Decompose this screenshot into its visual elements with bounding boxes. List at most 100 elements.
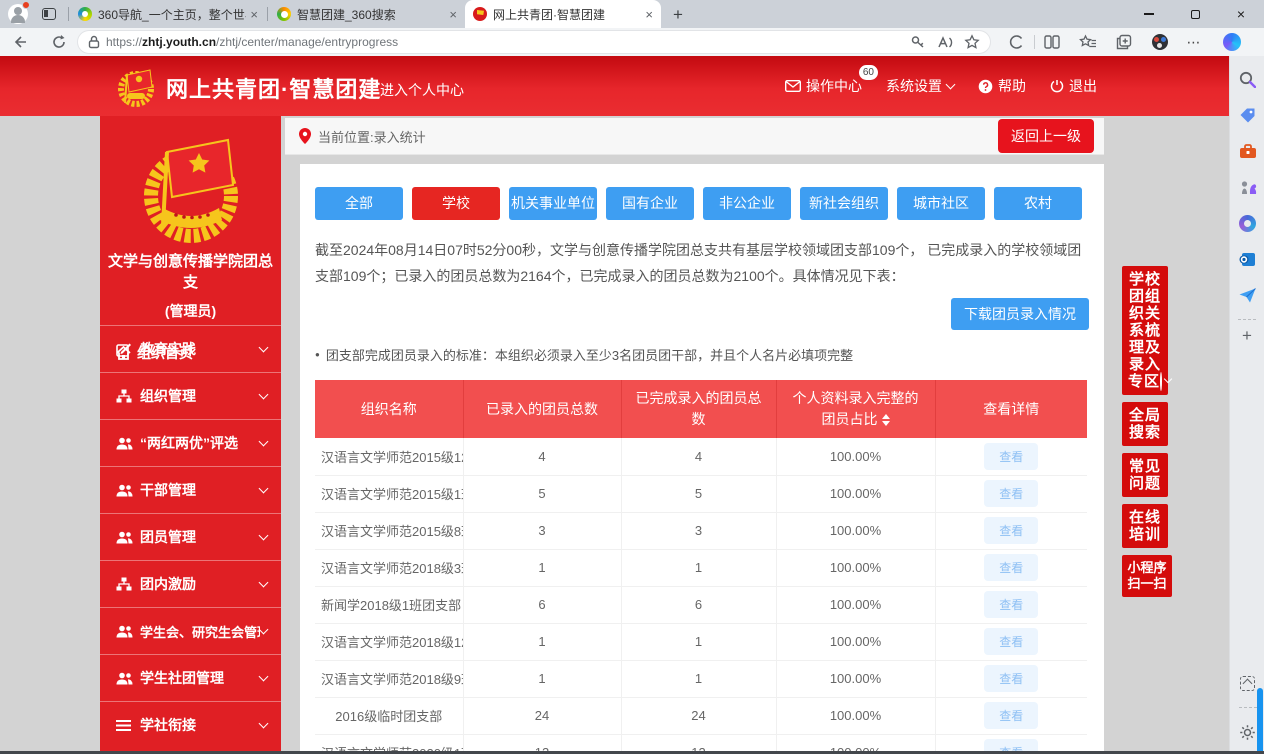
browser-tab-bar: 360导航_一个主页，整个世界 × 智慧团建_360搜索 × 网上共青团·智慧团…	[0, 0, 1264, 28]
new-tab-button[interactable]: +	[673, 6, 683, 23]
personal-center-link[interactable]: 进入个人中心	[380, 80, 464, 100]
favorite-star-icon[interactable]	[964, 34, 980, 50]
sitemap-icon	[116, 577, 133, 591]
entry-summary-text: 截至2024年08月14日07时52分00秒，文学与创意传播学院团总支共有基层学…	[315, 237, 1089, 289]
view-button[interactable]: 查看	[984, 702, 1038, 729]
tab-close-icon[interactable]: ×	[449, 8, 457, 21]
sidebar-item-education-practice[interactable]: 教育实践	[100, 325, 281, 372]
browser-tab-360search[interactable]: 智慧团建_360搜索 ×	[269, 0, 465, 28]
extensions-button[interactable]	[1145, 30, 1175, 54]
lock-icon	[88, 35, 100, 49]
view-button[interactable]: 查看	[984, 591, 1038, 618]
close-button[interactable]: ×	[1218, 0, 1264, 28]
sidebar-item-lianghong-liangyou[interactable]: “两红两优”评选	[100, 419, 281, 466]
banner-miniprogram-scan[interactable]: 小程序扫一扫	[1122, 555, 1172, 597]
power-icon	[1050, 79, 1064, 93]
favorites-icon	[1079, 34, 1097, 50]
banner-faq[interactable]: 常见问题	[1122, 453, 1168, 497]
chevron-down-icon	[259, 483, 269, 493]
table-row: 汉语言文学师范2015级1班...55100.00%查看	[315, 475, 1087, 512]
back-to-parent-button[interactable]: 返回上一级	[998, 119, 1094, 153]
org-name: 文学与创意传播学院团总支	[100, 250, 281, 292]
password-key-icon[interactable]	[910, 34, 926, 50]
banner-global-search[interactable]: 全局搜索	[1122, 402, 1168, 446]
sidebar-item-cadre-management[interactable]: 干部管理	[100, 466, 281, 513]
read-aloud-icon[interactable]	[936, 35, 954, 50]
toolbox-icon	[1239, 144, 1257, 159]
col-entered-total: 已录入的团员总数	[463, 380, 621, 438]
extensions-icon	[1152, 34, 1168, 50]
sidebar-item-member-management[interactable]: 团员管理	[100, 513, 281, 560]
view-button[interactable]: 查看	[984, 628, 1038, 655]
logout-link[interactable]: 退出	[1050, 76, 1097, 96]
help-icon	[978, 79, 993, 94]
sidebar-item-student-clubs[interactable]: 学生社团管理	[100, 654, 281, 701]
filter-tab-school[interactable]: 学校	[412, 187, 500, 220]
sidebar-item-student-union[interactable]: 学生会、研究生会管理	[100, 607, 281, 654]
tab-close-icon[interactable]: ×	[645, 8, 653, 21]
download-entry-status-button[interactable]: 下载团员录入情况	[951, 298, 1089, 330]
sidebar-games-button[interactable]	[1230, 169, 1264, 205]
sidebar-scrollbar-thumb[interactable]	[1257, 688, 1263, 754]
browser-essentials-button[interactable]	[1002, 30, 1032, 54]
maximize-button[interactable]	[1172, 0, 1218, 28]
table-row: 汉语言文学师范2015级8班...33100.00%查看	[315, 512, 1087, 549]
back-button[interactable]	[6, 30, 36, 54]
minimize-button[interactable]	[1126, 0, 1172, 28]
sidebar-item-incentives[interactable]: 团内激励	[100, 560, 281, 607]
users-icon	[116, 625, 133, 638]
chevron-down-icon	[259, 530, 269, 540]
sidebar-item-org-management[interactable]: 组织管理	[100, 372, 281, 419]
completion-standard-note: ● 团支部完成团员录入的标准：本组织必须录入至少3名团员团干部，并且个人名片必填…	[315, 345, 1089, 364]
collections-button[interactable]	[1109, 30, 1139, 54]
browser-tab-zhtj-active[interactable]: 网上共青团·智慧团建 ×	[465, 0, 661, 28]
help-link[interactable]: 帮助	[978, 76, 1026, 96]
action-center-badge: 60	[859, 65, 878, 80]
sidebar-m365-button[interactable]	[1230, 205, 1264, 241]
split-screen-button[interactable]	[1037, 30, 1067, 54]
filter-tab-rural[interactable]: 农村	[994, 187, 1082, 220]
chevron-down-icon	[259, 718, 269, 728]
sidebar-search-button[interactable]	[1230, 61, 1264, 97]
workspaces-icon[interactable]	[42, 8, 56, 20]
system-settings-link[interactable]: 系统设置	[886, 76, 954, 96]
zhtj-favicon	[473, 7, 487, 21]
favorites-button[interactable]	[1073, 30, 1103, 54]
copilot-button[interactable]	[1217, 30, 1247, 54]
address-bar[interactable]: https://zhtj.youth.cn/zhtj/center/manage…	[78, 31, 990, 53]
filter-tab-urban-community[interactable]: 城市社区	[897, 187, 985, 220]
filter-tab-new-social-org[interactable]: 新社会组织	[800, 187, 888, 220]
banner-online-training[interactable]: 在线培训	[1122, 504, 1168, 548]
sidebar-shopping-button[interactable]	[1230, 97, 1264, 133]
action-center-link[interactable]: 操作中心 60	[785, 76, 862, 96]
settings-more-button[interactable]: ⋯	[1179, 30, 1209, 54]
col-complete-pct-sortable[interactable]: 个人资料录入完整的团员占比	[776, 380, 935, 438]
filter-tab-gov-institution[interactable]: 机关事业单位	[509, 187, 597, 220]
refresh-button[interactable]	[44, 30, 74, 54]
sidebar-item-league-society-link[interactable]: 学社衔接	[100, 701, 281, 748]
view-button[interactable]: 查看	[984, 480, 1038, 507]
browser-profile-avatar[interactable]	[8, 4, 28, 24]
org-sidebar: 文学与创意传播学院团总支 (管理员) 组织首页 教育实践 组织管理 “两红两优”…	[100, 116, 281, 754]
filter-tab-all[interactable]: 全部	[315, 187, 403, 220]
rail-divider	[1238, 319, 1256, 320]
collections-icon	[1116, 34, 1132, 50]
tab-close-icon[interactable]: ×	[250, 8, 258, 21]
toolbar-separator	[1034, 35, 1035, 49]
sidebar-tools-button[interactable]	[1230, 133, 1264, 169]
view-button[interactable]: 查看	[984, 517, 1038, 544]
sidebar-outlook-button[interactable]	[1230, 241, 1264, 277]
filter-tab-state-enterprise[interactable]: 国有企业	[606, 187, 694, 220]
view-button[interactable]: 查看	[984, 554, 1038, 581]
sort-icon[interactable]	[882, 414, 890, 426]
url-text: https://zhtj.youth.cn/zhtj/center/manage…	[106, 35, 902, 49]
view-button[interactable]: 查看	[984, 443, 1038, 470]
filter-tab-private-enterprise[interactable]: 非公企业	[703, 187, 791, 220]
banner-school-org-entry-zone[interactable]: 学校团组织关系梳理及录入专区	[1122, 266, 1168, 395]
view-button[interactable]: 查看	[984, 665, 1038, 692]
sidebar-drop-button[interactable]	[1230, 277, 1264, 313]
chevron-down-icon	[259, 389, 269, 399]
sidebar-add-button[interactable]: +	[1230, 326, 1264, 346]
browser-tab-360nav[interactable]: 360导航_一个主页，整个世界 ×	[70, 0, 266, 28]
search-icon	[1239, 71, 1256, 88]
